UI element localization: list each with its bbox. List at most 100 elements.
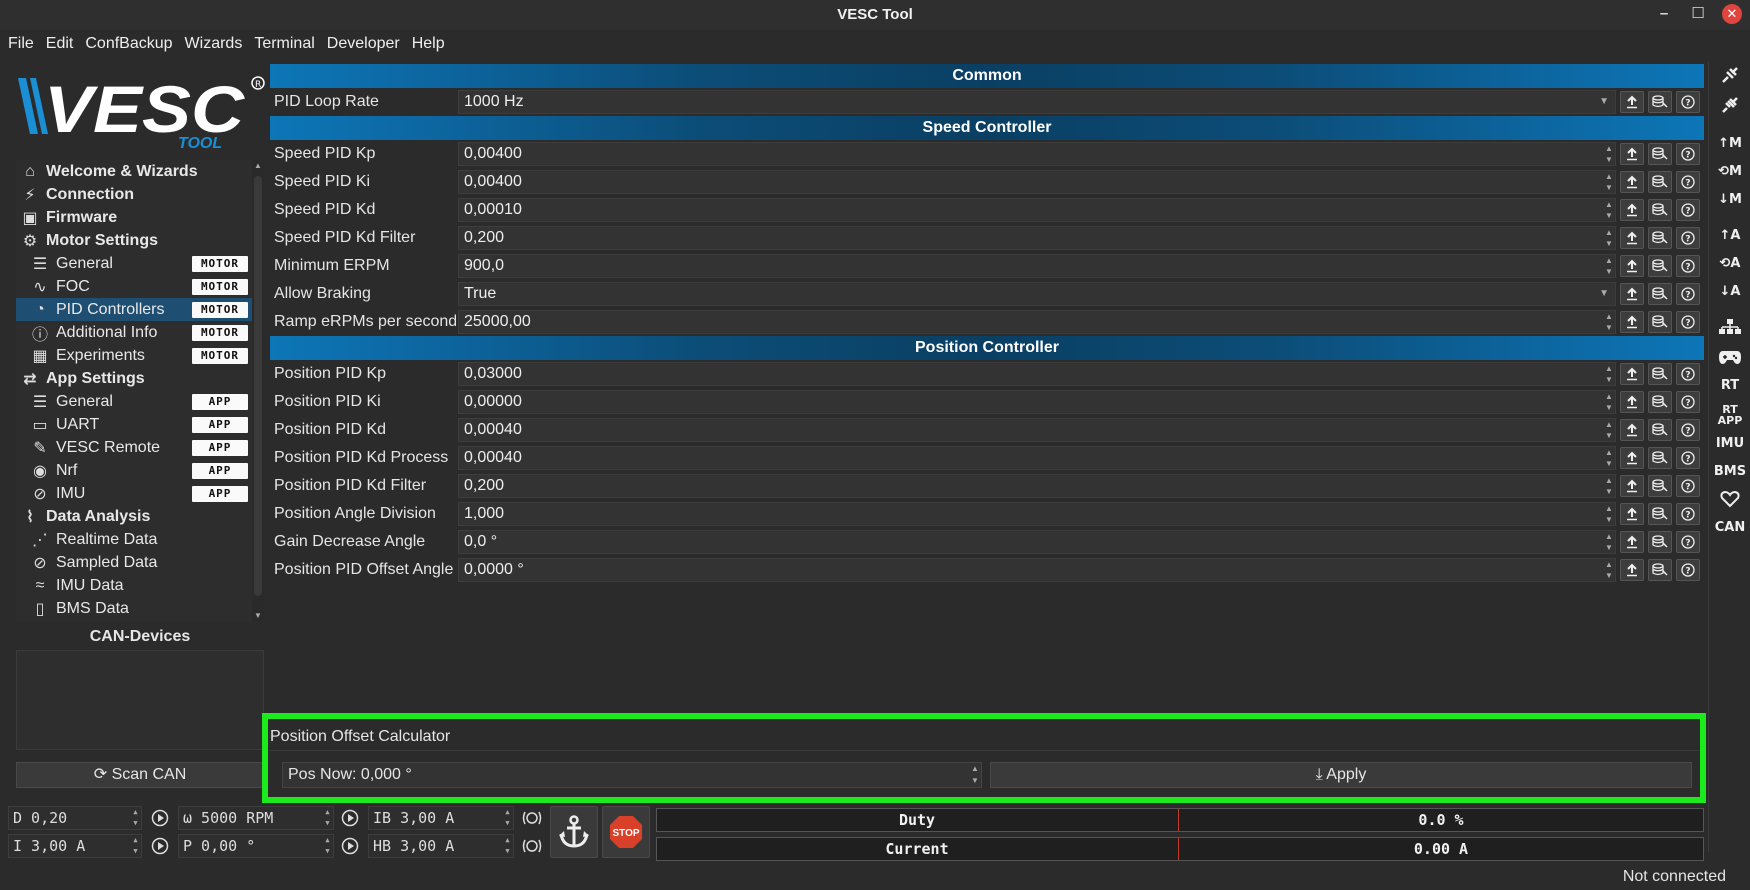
- brake-current-input[interactable]: IB 3,00 A ▲ ▼: [368, 806, 514, 830]
- sidebar-item-general[interactable]: ☰ General APP: [16, 390, 252, 413]
- sidebar-item-app-settings[interactable]: ⇄ App Settings: [16, 367, 252, 390]
- can-devices-list[interactable]: [16, 650, 264, 750]
- spin-arrows-icon[interactable]: ▲ ▼: [1603, 475, 1615, 497]
- param-spinbox[interactable]: 1,000 ▲ ▼: [458, 502, 1616, 526]
- param-combobox[interactable]: 1000 Hz ▼: [458, 90, 1616, 114]
- write-motor-config-icon[interactable]: ↓M: [1712, 186, 1748, 212]
- sidebar-item-vesc-remote[interactable]: ✎ VESC Remote APP: [16, 436, 252, 459]
- read-current-icon[interactable]: [1620, 391, 1644, 413]
- help-icon[interactable]: ?: [1676, 503, 1700, 525]
- read-current-icon[interactable]: [1620, 447, 1644, 469]
- stop-button[interactable]: STOP: [602, 806, 650, 858]
- param-spinbox[interactable]: 0,00400 ▲ ▼: [458, 142, 1616, 166]
- read-current-icon[interactable]: [1620, 531, 1644, 553]
- scroll-down-icon[interactable]: ▼: [252, 610, 264, 622]
- read-default-icon[interactable]: [1648, 419, 1672, 441]
- scan-can-button[interactable]: ⟳ Scan CAN: [16, 762, 264, 788]
- read-default-icon[interactable]: [1648, 475, 1672, 497]
- help-icon[interactable]: ?: [1676, 199, 1700, 221]
- help-icon[interactable]: ?: [1676, 311, 1700, 333]
- spin-arrows-icon[interactable]: ▲ ▼: [1603, 255, 1615, 277]
- param-spinbox[interactable]: 0,0 ° ▲ ▼: [458, 530, 1616, 554]
- spin-arrows-icon[interactable]: ▲ ▼: [1603, 143, 1615, 165]
- can-icon[interactable]: CAN: [1712, 514, 1748, 540]
- pos-now-spinbox[interactable]: Pos Now: 0,000 ° ▲ ▼: [282, 762, 982, 788]
- spin-arrows-icon[interactable]: ▲ ▼: [322, 835, 333, 857]
- anchor-button[interactable]: [550, 806, 598, 858]
- play-rpm-icon[interactable]: [338, 806, 362, 830]
- spin-arrows-icon[interactable]: ▲ ▼: [1603, 447, 1615, 469]
- param-spinbox[interactable]: 0,03000 ▲ ▼: [458, 362, 1616, 386]
- sidebar-item-imu[interactable]: ⊘ IMU APP: [16, 482, 252, 505]
- chevron-down-icon[interactable]: ▼: [1599, 283, 1609, 305]
- position-input[interactable]: P 0,00 ° ▲ ▼: [178, 834, 334, 858]
- play-position-icon[interactable]: [338, 834, 362, 858]
- read-default-icon[interactable]: [1648, 311, 1672, 333]
- read-motor-config-icon[interactable]: ↑M: [1712, 130, 1748, 156]
- read-default-app-config-icon[interactable]: ⟲A: [1712, 250, 1748, 276]
- help-icon[interactable]: ?: [1676, 283, 1700, 305]
- read-default-icon[interactable]: [1648, 363, 1672, 385]
- spin-arrows-icon[interactable]: ▲ ▼: [1603, 391, 1615, 413]
- param-spinbox[interactable]: 0,00040 ▲ ▼: [458, 446, 1616, 470]
- heart-icon[interactable]: [1712, 486, 1748, 512]
- help-icon[interactable]: ?: [1676, 143, 1700, 165]
- help-icon[interactable]: ?: [1676, 171, 1700, 193]
- current-input[interactable]: I 3,00 A ▲ ▼: [8, 834, 142, 858]
- spin-arrows-icon[interactable]: ▲ ▼: [1603, 363, 1615, 385]
- read-default-icon[interactable]: [1648, 171, 1672, 193]
- read-current-icon[interactable]: [1620, 91, 1644, 113]
- param-spinbox[interactable]: 0,0000 ° ▲ ▼: [458, 558, 1616, 582]
- help-icon[interactable]: ?: [1676, 475, 1700, 497]
- read-current-icon[interactable]: [1620, 503, 1644, 525]
- param-spinbox[interactable]: 900,0 ▲ ▼: [458, 254, 1616, 278]
- read-current-icon[interactable]: [1620, 199, 1644, 221]
- spin-arrows-icon[interactable]: ▲ ▼: [1603, 531, 1615, 553]
- read-default-icon[interactable]: [1648, 255, 1672, 277]
- help-icon[interactable]: ?: [1676, 531, 1700, 553]
- param-spinbox[interactable]: 25000,00 ▲ ▼: [458, 310, 1616, 334]
- read-default-icon[interactable]: [1648, 143, 1672, 165]
- menu-wizards[interactable]: Wizards: [183, 35, 251, 53]
- help-icon[interactable]: ?: [1676, 559, 1700, 581]
- sidebar-item-foc[interactable]: ∿ FOC MOTOR: [16, 275, 252, 298]
- spin-arrows-icon[interactable]: ▲ ▼: [969, 763, 981, 787]
- param-spinbox[interactable]: 0,00000 ▲ ▼: [458, 390, 1616, 414]
- chevron-down-icon[interactable]: ▼: [1599, 91, 1609, 113]
- play-current-icon[interactable]: [148, 834, 172, 858]
- param-combobox[interactable]: True ▼: [458, 282, 1616, 306]
- read-default-icon[interactable]: [1648, 227, 1672, 249]
- spin-arrows-icon[interactable]: ▲ ▼: [130, 807, 141, 829]
- param-spinbox[interactable]: 0,00010 ▲ ▼: [458, 198, 1616, 222]
- help-icon[interactable]: ?: [1676, 91, 1700, 113]
- sidebar-item-imu-data[interactable]: ≈ IMU Data: [16, 574, 252, 597]
- help-icon[interactable]: ?: [1676, 419, 1700, 441]
- read-current-icon[interactable]: [1620, 255, 1644, 277]
- read-current-icon[interactable]: [1620, 283, 1644, 305]
- sidebar-item-data-analysis[interactable]: ⌇ Data Analysis: [16, 505, 252, 528]
- read-current-icon[interactable]: [1620, 475, 1644, 497]
- sidebar-item-bms-data[interactable]: ▯ BMS Data: [16, 597, 252, 620]
- read-default-motor-config-icon[interactable]: ⟲M: [1712, 158, 1748, 184]
- minimize-icon[interactable]: –: [1654, 4, 1674, 24]
- read-default-icon[interactable]: [1648, 91, 1672, 113]
- help-icon[interactable]: ?: [1676, 447, 1700, 469]
- read-current-icon[interactable]: [1620, 143, 1644, 165]
- sidebar-item-firmware[interactable]: ▣ Firmware: [16, 206, 252, 229]
- realtime-data-icon[interactable]: RT: [1712, 372, 1748, 398]
- read-default-icon[interactable]: [1648, 391, 1672, 413]
- realtime-app-data-icon[interactable]: RT APP: [1712, 402, 1748, 428]
- sidebar-item-motor-settings[interactable]: ⚙ Motor Settings: [16, 229, 252, 252]
- can-fwd-icon[interactable]: [1712, 314, 1748, 340]
- read-current-icon[interactable]: [1620, 311, 1644, 333]
- spin-arrows-icon[interactable]: ▲ ▼: [502, 807, 513, 829]
- spin-arrows-icon[interactable]: ▲ ▼: [502, 835, 513, 857]
- help-icon[interactable]: ?: [1676, 227, 1700, 249]
- sidebar-scrollbar[interactable]: ▲ ▼: [252, 160, 264, 622]
- help-icon[interactable]: ?: [1676, 363, 1700, 385]
- sidebar-item-general[interactable]: ☰ General MOTOR: [16, 252, 252, 275]
- read-default-icon[interactable]: [1648, 503, 1672, 525]
- duty-input[interactable]: D 0,20 ▲ ▼: [8, 806, 142, 830]
- help-icon[interactable]: ?: [1676, 255, 1700, 277]
- scrollbar-thumb[interactable]: [254, 176, 262, 596]
